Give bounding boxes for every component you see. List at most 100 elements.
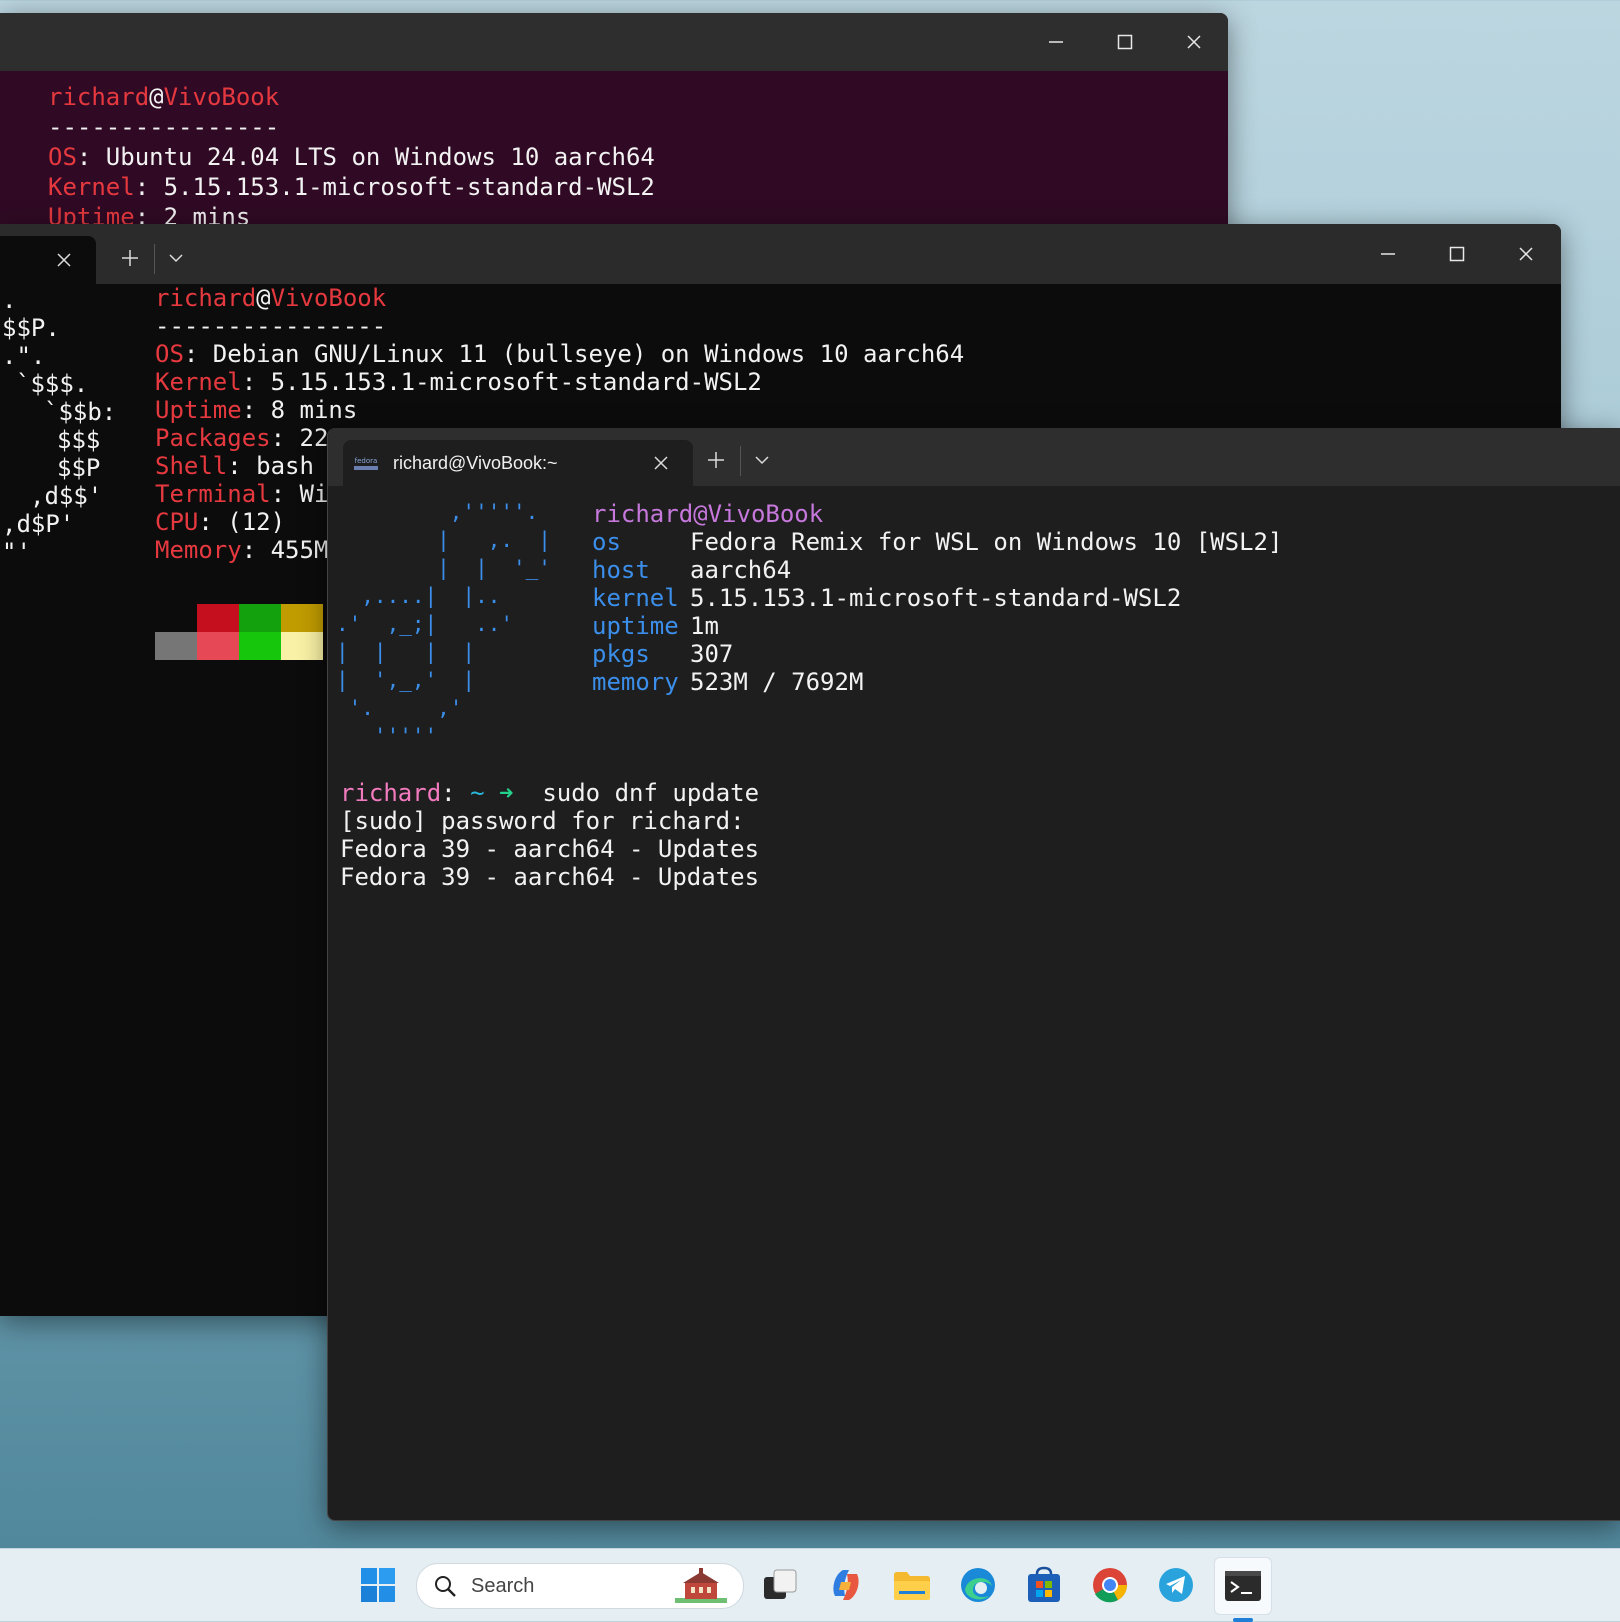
maximize-icon <box>1449 246 1465 262</box>
maximize-button[interactable] <box>1091 13 1159 71</box>
fedora-info-line: pkgs 307 <box>592 640 734 668</box>
ubuntu-titlebar[interactable] <box>0 13 1228 71</box>
minimize-button[interactable] <box>1022 13 1090 71</box>
search-highlight-icon <box>675 1568 727 1603</box>
close-icon <box>1187 35 1201 49</box>
tab-dropdown-button[interactable] <box>746 440 778 480</box>
tab-dropdown-button[interactable] <box>160 238 192 278</box>
close-button[interactable] <box>1492 224 1560 284</box>
debian-tab[interactable] <box>0 236 96 284</box>
fedora-logo-line: ,'''''. <box>336 500 539 524</box>
new-tab-button[interactable] <box>696 440 736 480</box>
palette-swatch <box>155 604 197 632</box>
search-icon <box>435 1576 456 1597</box>
output-line: Fedora 39 - aarch64 - Updates <box>340 835 760 863</box>
debian-info-line: Uptime: 8 mins <box>155 396 358 424</box>
windows-logo-icon <box>361 1568 395 1602</box>
debian-info-line: Kernel: 5.15.153.1-microsoft-standard-WS… <box>155 368 762 396</box>
minimize-icon <box>1049 41 1063 43</box>
fedora-terminal-window: fedora richard@VivoBook:~ ,'''''. | ,. |… <box>327 428 1620 1521</box>
chrome-icon <box>1093 1568 1127 1603</box>
edge-icon <box>961 1568 995 1602</box>
shell-prompt: richard: ~ ➜ sudo dnf update <box>340 779 760 807</box>
start-button[interactable] <box>354 1561 402 1609</box>
fedora-logo-line: | | '_' <box>336 556 551 580</box>
maximize-button[interactable] <box>1423 224 1491 284</box>
palette-swatch <box>239 632 281 660</box>
debian-info-line: Memory: 455M <box>155 536 329 564</box>
debian-logo-line: $$$ <box>57 426 101 454</box>
task-view-button[interactable] <box>756 1561 804 1609</box>
close-button[interactable] <box>1160 13 1228 71</box>
debian-info-line: Terminal: Wi <box>155 480 329 508</box>
fedora-titlebar[interactable]: fedora richard@VivoBook:~ <box>328 428 1620 486</box>
close-icon <box>1519 247 1533 261</box>
fedora-info-line: memory 523M / 7692M <box>592 668 864 696</box>
taskbar-search[interactable]: Search <box>416 1563 744 1609</box>
color-palette <box>155 604 335 660</box>
debian-info-line: CPU: (12) <box>155 508 286 536</box>
debian-separator: ---------------- <box>155 312 387 340</box>
fedora-info-line: kernel 5.15.153.1-microsoft-standard-WSL2 <box>592 584 1182 612</box>
search-placeholder: Search <box>471 1575 535 1597</box>
plus-icon <box>708 452 724 468</box>
close-icon <box>654 456 668 470</box>
telegram-button[interactable] <box>1152 1561 1200 1609</box>
fedora-logo-line: '. ,' <box>336 696 463 720</box>
taskbar: Search <box>0 1548 1620 1622</box>
palette-swatch <box>281 632 323 660</box>
copilot-button[interactable] <box>822 1561 870 1609</box>
chrome-button[interactable] <box>1086 1561 1134 1609</box>
ubuntu-terminal-window: richard@VivoBook ---------------- OS: Ub… <box>0 13 1228 253</box>
ubuntu-kernel-line: Kernel: 5.15.153.1-microsoft-standard-WS… <box>48 173 655 201</box>
fedora-tab-title: richard@VivoBook:~ <box>393 453 558 473</box>
output-line: Fedora 39 - aarch64 - Updates <box>340 863 760 891</box>
fedora-info-line: os Fedora Remix for WSL on Windows 10 [WS… <box>592 528 1283 556</box>
tab-divider <box>740 446 741 476</box>
fedora-terminal-content[interactable]: ,'''''. | ,. | | | '_' ,....| |.. .' ,_;… <box>328 486 1620 1520</box>
folder-icon <box>894 1572 930 1600</box>
fedora-tab-icon: fedora <box>353 454 379 472</box>
debian-info-line: OS: Debian GNU/Linux 11 (bullseye) on Wi… <box>155 340 965 368</box>
palette-swatch <box>239 604 281 632</box>
debian-header: richard@VivoBook <box>155 284 387 312</box>
debian-logo-line: `$$$. <box>16 370 89 398</box>
active-indicator <box>1233 1618 1253 1622</box>
palette-swatch <box>281 604 323 632</box>
palette-swatch <box>155 632 197 660</box>
fedora-header: richard@VivoBook <box>592 500 824 528</box>
fedora-info-line: uptime 1m <box>592 612 719 640</box>
terminal-taskbar-button[interactable] <box>1214 1557 1272 1622</box>
debian-logo-line: ,d$$' <box>30 482 103 510</box>
fedora-logo-line: .' ,_;| ..' <box>336 612 514 636</box>
fedora-info-line: host aarch64 <box>592 556 792 584</box>
fedora-logo-line: ''''' <box>336 724 438 748</box>
store-icon <box>1028 1566 1060 1602</box>
debian-logo-line: .". <box>2 342 46 370</box>
chevron-down-icon <box>755 456 769 465</box>
fedora-logo-line: | | | | <box>336 640 476 664</box>
debian-logo-line: `$$b: <box>44 398 117 426</box>
edge-button[interactable] <box>954 1561 1002 1609</box>
maximize-icon <box>1117 34 1133 50</box>
tab-divider <box>154 244 155 274</box>
close-icon <box>57 253 71 267</box>
new-tab-button[interactable] <box>110 238 150 278</box>
tab-close-button[interactable] <box>647 450 675 476</box>
minimize-icon <box>1381 253 1395 255</box>
debian-info-line: Packages: 229 <box>155 424 343 452</box>
fedora-logo-line: | ,. | <box>336 528 551 552</box>
output-line: [sudo] password for richard: <box>340 807 745 835</box>
ubuntu-separator: ---------------- <box>48 113 280 141</box>
terminal-icon <box>1225 1571 1261 1601</box>
store-button[interactable] <box>1020 1561 1068 1609</box>
minimize-button[interactable] <box>1354 224 1422 284</box>
ubuntu-header: richard@VivoBook <box>48 83 280 111</box>
fedora-tab[interactable]: fedora richard@VivoBook:~ <box>343 440 693 486</box>
file-explorer-button[interactable] <box>888 1561 936 1609</box>
copilot-icon <box>833 1570 859 1600</box>
tab-close-button[interactable] <box>50 248 78 272</box>
debian-logo-line: $$P <box>57 454 101 482</box>
debian-titlebar[interactable] <box>0 224 1561 284</box>
debian-logo-line: "' <box>2 538 31 566</box>
